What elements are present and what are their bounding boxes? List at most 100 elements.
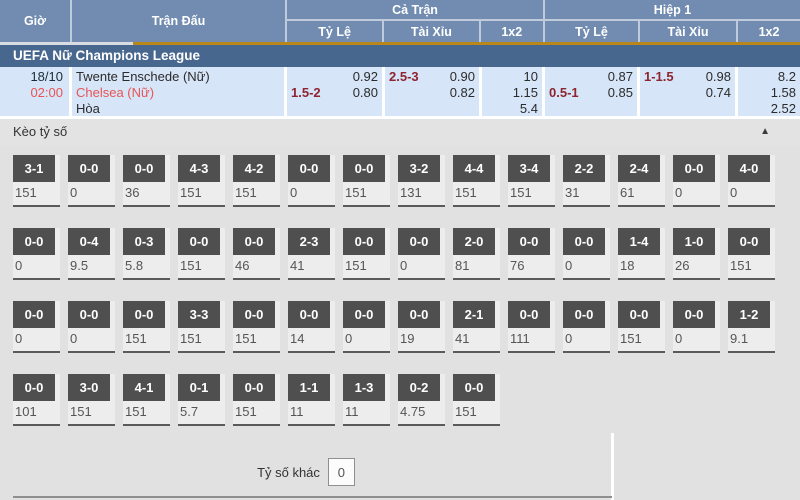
score-odds[interactable]: 151 <box>508 182 555 200</box>
score-odds[interactable]: 151 <box>178 328 225 346</box>
score-button[interactable]: 0-0 <box>673 301 715 328</box>
score-button[interactable]: 0-0 <box>233 374 275 401</box>
score-button[interactable]: 0-0 <box>398 228 440 255</box>
score-button[interactable]: 0-0 <box>123 155 165 182</box>
score-odds[interactable]: 81 <box>453 255 500 273</box>
odds-half-hdp-home[interactable]: 0.87 <box>608 69 633 85</box>
score-button[interactable]: 1-2 <box>728 301 770 328</box>
score-odds[interactable]: 41 <box>288 255 335 273</box>
odds-full-over[interactable]: 0.90 <box>450 69 475 85</box>
score-odds[interactable]: 76 <box>508 255 555 273</box>
score-odds[interactable]: 151 <box>233 182 280 200</box>
score-button[interactable]: 0-0 <box>398 301 440 328</box>
score-odds[interactable]: 0 <box>673 182 720 200</box>
odds-half-1[interactable]: 8.2 <box>778 69 796 85</box>
score-odds[interactable]: 0 <box>563 255 610 273</box>
odds-full-2[interactable]: 1.15 <box>513 85 538 101</box>
score-button[interactable]: 0-0 <box>288 301 330 328</box>
score-button[interactable]: 0-0 <box>233 301 275 328</box>
score-odds[interactable]: 0 <box>13 328 60 346</box>
score-button[interactable]: 0-0 <box>508 301 550 328</box>
score-odds[interactable]: 151 <box>123 401 170 419</box>
score-button[interactable]: 0-0 <box>233 228 275 255</box>
score-odds[interactable]: 151 <box>728 255 775 273</box>
score-odds[interactable]: 14 <box>288 328 335 346</box>
score-button[interactable]: 0-0 <box>13 228 55 255</box>
score-button[interactable]: 0-2 <box>398 374 440 401</box>
score-odds[interactable]: 5.7 <box>178 401 225 419</box>
score-button[interactable]: 0-0 <box>13 301 55 328</box>
odds-half-under[interactable]: 0.74 <box>706 85 731 101</box>
score-odds[interactable]: 151 <box>453 401 500 419</box>
score-button[interactable]: 0-4 <box>68 228 110 255</box>
score-button[interactable]: 2-1 <box>453 301 495 328</box>
score-odds[interactable]: 41 <box>453 328 500 346</box>
score-button[interactable]: 4-3 <box>178 155 220 182</box>
odds-full-x[interactable]: 5.4 <box>520 101 538 117</box>
odds-half-hdp-away[interactable]: 0.85 <box>608 85 633 101</box>
score-odds[interactable]: 9.5 <box>68 255 115 273</box>
score-button[interactable]: 2-2 <box>563 155 605 182</box>
odds-full-hdp-home[interactable]: 0.92 <box>353 69 378 85</box>
score-odds[interactable]: 101 <box>13 401 60 419</box>
score-button[interactable]: 0-0 <box>343 228 385 255</box>
score-odds[interactable]: 0 <box>398 255 445 273</box>
score-odds[interactable]: 31 <box>563 182 610 200</box>
score-button[interactable]: 2-0 <box>453 228 495 255</box>
score-odds[interactable]: 151 <box>13 182 60 200</box>
score-odds[interactable]: 9.1 <box>728 328 775 346</box>
score-odds[interactable]: 151 <box>453 182 500 200</box>
score-odds[interactable]: 0 <box>288 182 335 200</box>
odds-full-hdp-away[interactable]: 0.80 <box>353 85 378 101</box>
score-odds[interactable]: 26 <box>673 255 720 273</box>
other-score-input[interactable] <box>328 458 355 486</box>
score-odds[interactable]: 4.75 <box>398 401 445 419</box>
score-odds[interactable]: 151 <box>68 401 115 419</box>
score-button[interactable]: 0-0 <box>563 228 605 255</box>
score-odds[interactable]: 11 <box>343 401 390 419</box>
score-button[interactable]: 0-0 <box>343 155 385 182</box>
score-button[interactable]: 4-0 <box>728 155 770 182</box>
score-odds[interactable]: 151 <box>233 401 280 419</box>
score-button[interactable]: 0-0 <box>508 228 550 255</box>
score-odds[interactable]: 19 <box>398 328 445 346</box>
score-button[interactable]: 0-0 <box>178 228 220 255</box>
score-odds[interactable]: 0 <box>343 328 390 346</box>
score-odds[interactable]: 0 <box>68 328 115 346</box>
score-button[interactable]: 0-0 <box>673 155 715 182</box>
odds-half-over[interactable]: 0.98 <box>706 69 731 85</box>
score-odds[interactable]: 151 <box>618 328 665 346</box>
score-odds[interactable]: 0 <box>728 182 775 200</box>
score-odds[interactable]: 5.8 <box>123 255 170 273</box>
score-odds[interactable]: 151 <box>178 182 225 200</box>
score-button[interactable]: 0-0 <box>123 301 165 328</box>
score-button[interactable]: 0-0 <box>13 374 55 401</box>
score-odds[interactable]: 151 <box>233 328 280 346</box>
score-odds[interactable]: 151 <box>178 255 225 273</box>
score-button[interactable]: 3-0 <box>68 374 110 401</box>
score-button[interactable]: 3-1 <box>13 155 55 182</box>
score-button[interactable]: 2-4 <box>618 155 660 182</box>
score-button[interactable]: 4-1 <box>123 374 165 401</box>
score-button[interactable]: 1-0 <box>673 228 715 255</box>
score-button[interactable]: 3-2 <box>398 155 440 182</box>
score-odds[interactable]: 0 <box>68 182 115 200</box>
score-odds[interactable]: 151 <box>123 328 170 346</box>
score-button[interactable]: 3-3 <box>178 301 220 328</box>
score-button[interactable]: 1-4 <box>618 228 660 255</box>
score-odds[interactable]: 11 <box>288 401 335 419</box>
score-button[interactable]: 0-1 <box>178 374 220 401</box>
score-button[interactable]: 1-3 <box>343 374 385 401</box>
score-odds[interactable]: 111 <box>508 328 555 346</box>
odds-full-1[interactable]: 10 <box>524 69 538 85</box>
score-button[interactable]: 0-0 <box>563 301 605 328</box>
score-odds[interactable]: 131 <box>398 182 445 200</box>
odds-half-2[interactable]: 1.58 <box>771 85 796 101</box>
score-odds[interactable]: 18 <box>618 255 665 273</box>
score-odds[interactable]: 151 <box>343 255 390 273</box>
collapse-arrow-icon[interactable]: ▲ <box>760 119 770 145</box>
score-button[interactable]: 3-4 <box>508 155 550 182</box>
score-odds[interactable]: 151 <box>343 182 390 200</box>
score-button[interactable]: 4-4 <box>453 155 495 182</box>
score-button[interactable]: 0-0 <box>288 155 330 182</box>
